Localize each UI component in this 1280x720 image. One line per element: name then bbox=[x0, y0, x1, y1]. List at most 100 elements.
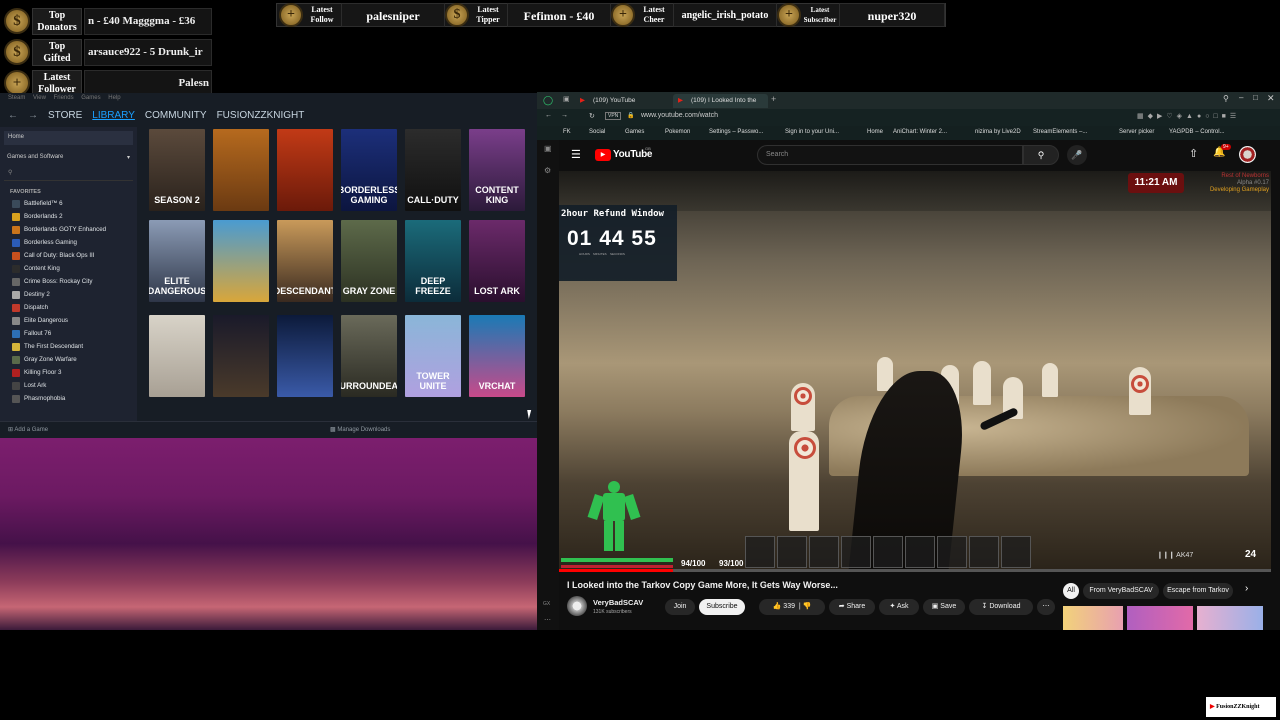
more-actions-button[interactable]: ⋯ bbox=[1037, 599, 1055, 615]
game-filter-select[interactable]: Games and Software ▾ bbox=[4, 151, 133, 165]
game-tile[interactable]: SURROUNDEAD bbox=[341, 315, 397, 397]
game-tile[interactable] bbox=[277, 129, 333, 211]
game-tile[interactable]: SEASON 2 bbox=[149, 129, 205, 211]
add-game-button[interactable]: ⊞ Add a Game bbox=[8, 426, 48, 433]
upload-icon[interactable]: ⇧ bbox=[1189, 147, 1198, 160]
search-button[interactable]: ⚲ bbox=[1023, 145, 1059, 165]
game-tile[interactable]: VRCHAT bbox=[469, 315, 525, 397]
sidebar-game-item[interactable]: Lost Ark bbox=[0, 379, 137, 392]
game-tile[interactable]: DESCENDANT bbox=[277, 220, 333, 302]
game-tile[interactable] bbox=[213, 315, 269, 397]
share-button[interactable]: ➦ Share bbox=[829, 599, 875, 615]
forward-arrow-icon[interactable]: → bbox=[561, 112, 568, 119]
game-tile[interactable]: GRAY ZONE bbox=[341, 220, 397, 302]
search-input[interactable]: ⚲ bbox=[4, 169, 133, 181]
game-tile[interactable]: ELITE DANGEROUS bbox=[149, 220, 205, 302]
nav-community[interactable]: COMMUNITY bbox=[145, 110, 207, 121]
subscribe-button[interactable]: Subscribe bbox=[699, 599, 745, 615]
bookmark-item[interactable]: FK bbox=[563, 129, 571, 135]
bookmark-item[interactable]: Server picker bbox=[1119, 129, 1154, 135]
bookmark-item[interactable]: Sign in to your Uni... bbox=[785, 129, 839, 135]
manage-downloads-button[interactable]: ▩ Manage Downloads bbox=[330, 426, 390, 433]
messenger-icon[interactable]: ▣ bbox=[544, 144, 552, 153]
channel-name[interactable]: VeryBadSCAV bbox=[593, 598, 643, 607]
sidebar-game-item[interactable]: Content King bbox=[0, 262, 137, 275]
favorites-header[interactable]: FAVORITES bbox=[0, 185, 137, 197]
search-input[interactable]: Search bbox=[757, 145, 1023, 165]
game-tile[interactable] bbox=[149, 315, 205, 397]
url-field[interactable]: www.youtube.com/watch bbox=[641, 112, 718, 119]
game-tile[interactable]: CONTENT KING bbox=[469, 129, 525, 211]
bookmark-item[interactable]: YAGPDB – Control... bbox=[1169, 129, 1225, 135]
sidebar-game-item[interactable]: Borderless Gaming bbox=[0, 236, 137, 249]
vpn-badge[interactable]: VPN bbox=[605, 112, 622, 120]
opera-gx-icon[interactable]: ◯ bbox=[543, 95, 553, 106]
game-tile[interactable]: BORDERLESS GAMING bbox=[341, 129, 397, 211]
chip-escape-from-tarkov[interactable]: Escape from Tarkov bbox=[1163, 583, 1233, 599]
sidebar-game-item[interactable]: Battlefield™ 6 bbox=[0, 197, 137, 210]
game-tile[interactable]: LOST ARK bbox=[469, 220, 525, 302]
tab-video[interactable]: ▶ (109) I Looked Into the bbox=[673, 94, 768, 108]
back-arrow-icon[interactable]: ← bbox=[545, 112, 552, 119]
recommended-thumbnail[interactable] bbox=[1063, 606, 1123, 630]
bookmark-item[interactable]: Settings – Passwo... bbox=[709, 129, 763, 135]
sidebar-game-item[interactable]: Borderlands GOTY Enhanced bbox=[0, 223, 137, 236]
game-tile[interactable]: TOWER UNITE bbox=[405, 315, 461, 397]
sidebar-game-item[interactable]: Killing Floor 3 bbox=[0, 366, 137, 379]
recommended-thumbnail[interactable] bbox=[1197, 606, 1263, 630]
game-tile[interactable] bbox=[213, 220, 269, 302]
like-dislike-button[interactable]: 👍 339 | 👎 bbox=[759, 599, 825, 615]
recommended-thumbnail[interactable] bbox=[1127, 606, 1193, 630]
sidebar-game-item[interactable]: The First Descendant bbox=[0, 340, 137, 353]
nav-store[interactable]: STORE bbox=[48, 110, 82, 121]
avatar[interactable] bbox=[1239, 146, 1256, 163]
window-icon[interactable]: ▣ bbox=[563, 95, 570, 103]
settings-icon[interactable]: ⚙ bbox=[544, 166, 551, 175]
minimize-button[interactable]: – bbox=[1239, 93, 1243, 102]
join-button[interactable]: Join bbox=[665, 599, 695, 615]
gx-icon[interactable]: GX bbox=[543, 601, 550, 607]
sidebar-game-item[interactable]: Fallout 76 bbox=[0, 327, 137, 340]
tab-youtube[interactable]: ▶ (109) YouTube bbox=[575, 94, 667, 108]
sidebar-game-item[interactable]: Elite Dangerous bbox=[0, 314, 137, 327]
reload-icon[interactable]: ↻ bbox=[589, 112, 595, 120]
menu-icon[interactable]: ☰ bbox=[571, 148, 581, 161]
sidebar-game-item[interactable]: Phasmophobia bbox=[0, 392, 137, 405]
microphone-icon[interactable]: 🎤 bbox=[1067, 145, 1087, 165]
youtube-logo-icon[interactable]: ▶ bbox=[595, 149, 611, 161]
sidebar-game-item[interactable]: Gray Zone Warfare bbox=[0, 353, 137, 366]
nav-library[interactable]: LIBRARY bbox=[92, 110, 135, 121]
bookmark-item[interactable]: Home bbox=[867, 129, 883, 135]
sidebar-home[interactable]: Home bbox=[4, 131, 133, 145]
extension-icons[interactable]: ▦◆▶♡◈▲●○□■☰ bbox=[1137, 112, 1240, 120]
bookmark-item[interactable]: Social bbox=[589, 129, 605, 135]
forward-arrow-icon[interactable]: → bbox=[28, 110, 38, 121]
channel-avatar[interactable] bbox=[567, 596, 587, 616]
bookmark-item[interactable]: Pokemon bbox=[665, 129, 690, 135]
sidebar-game-item[interactable]: Destiny 2 bbox=[0, 288, 137, 301]
game-tile[interactable]: DEEP FREEZE bbox=[405, 220, 461, 302]
sidebar-game-item[interactable]: Borderlands 2 bbox=[0, 210, 137, 223]
sidebar-game-item[interactable]: Call of Duty: Black Ops III bbox=[0, 249, 137, 262]
more-icon[interactable]: ⋯ bbox=[544, 616, 551, 624]
close-button[interactable]: ✕ bbox=[1267, 93, 1275, 104]
bookmark-item[interactable]: Games bbox=[625, 129, 644, 135]
chip-all[interactable]: All bbox=[1063, 583, 1079, 599]
bookmark-item[interactable]: nizima by Live2D bbox=[975, 129, 1021, 135]
new-tab-button[interactable]: + bbox=[771, 94, 776, 104]
chevron-right-icon[interactable]: › bbox=[1245, 583, 1248, 594]
back-arrow-icon[interactable]: ← bbox=[8, 110, 18, 121]
bookmark-item[interactable]: AniChart: Winter 2... bbox=[893, 129, 947, 135]
ask-button[interactable]: ✦ Ask bbox=[879, 599, 919, 615]
save-button[interactable]: ▣ Save bbox=[923, 599, 965, 615]
sidebar-game-item[interactable]: Dispatch bbox=[0, 301, 137, 314]
maximize-button[interactable]: □ bbox=[1253, 93, 1258, 102]
steam-menu-bar[interactable]: Steam View Friends Games Help bbox=[8, 95, 121, 101]
chip-from-channel[interactable]: From VeryBadSCAV bbox=[1083, 583, 1159, 599]
video-player[interactable]: 11:21 AM Rest of Newborns Alpha #0.17 De… bbox=[559, 171, 1271, 572]
download-button[interactable]: ↧ Download bbox=[969, 599, 1033, 615]
game-tile[interactable]: CALL·DUTY bbox=[405, 129, 461, 211]
bookmark-item[interactable]: StreamElements –... bbox=[1033, 129, 1087, 135]
game-tile[interactable] bbox=[213, 129, 269, 211]
search-icon[interactable]: ⚲ bbox=[1223, 94, 1229, 103]
